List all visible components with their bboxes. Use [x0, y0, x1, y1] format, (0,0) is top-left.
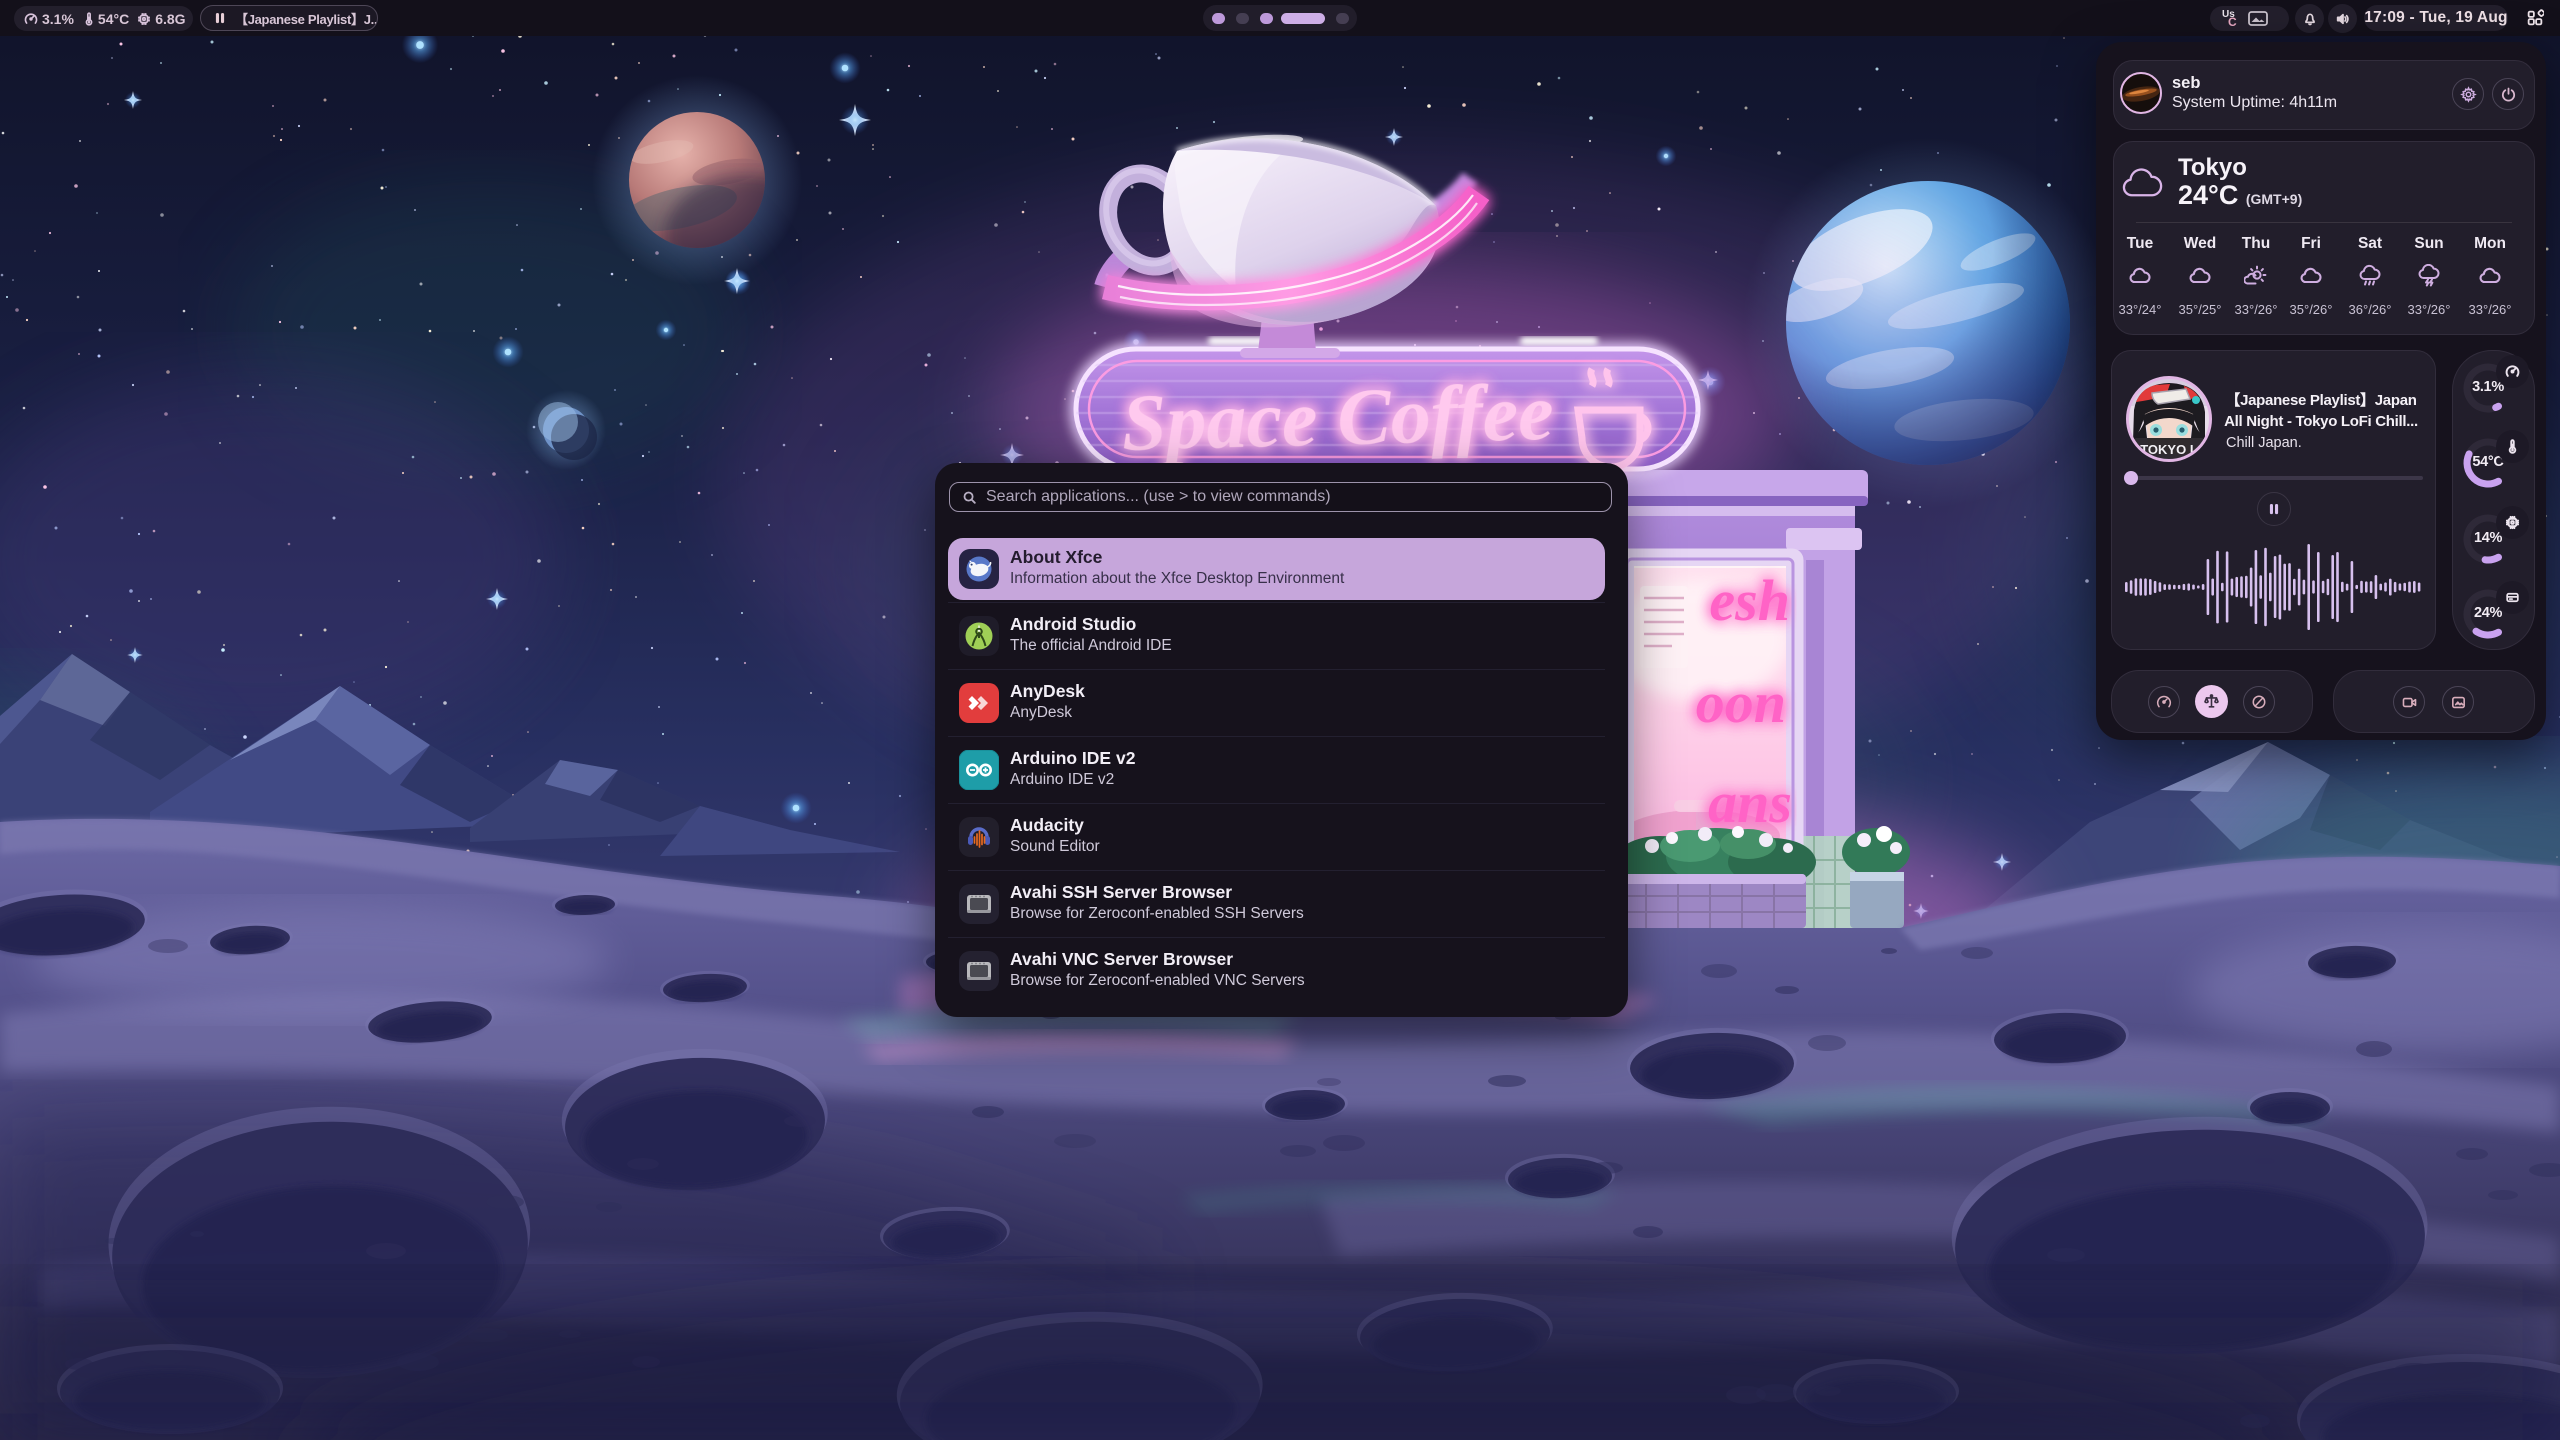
svg-text:oon: oon	[1696, 670, 1786, 735]
svg-text:Space Coffee: Space Coffee	[1121, 369, 1555, 468]
svg-text:ans: ans	[1708, 770, 1792, 835]
svg-text:esh: esh	[1709, 568, 1790, 633]
